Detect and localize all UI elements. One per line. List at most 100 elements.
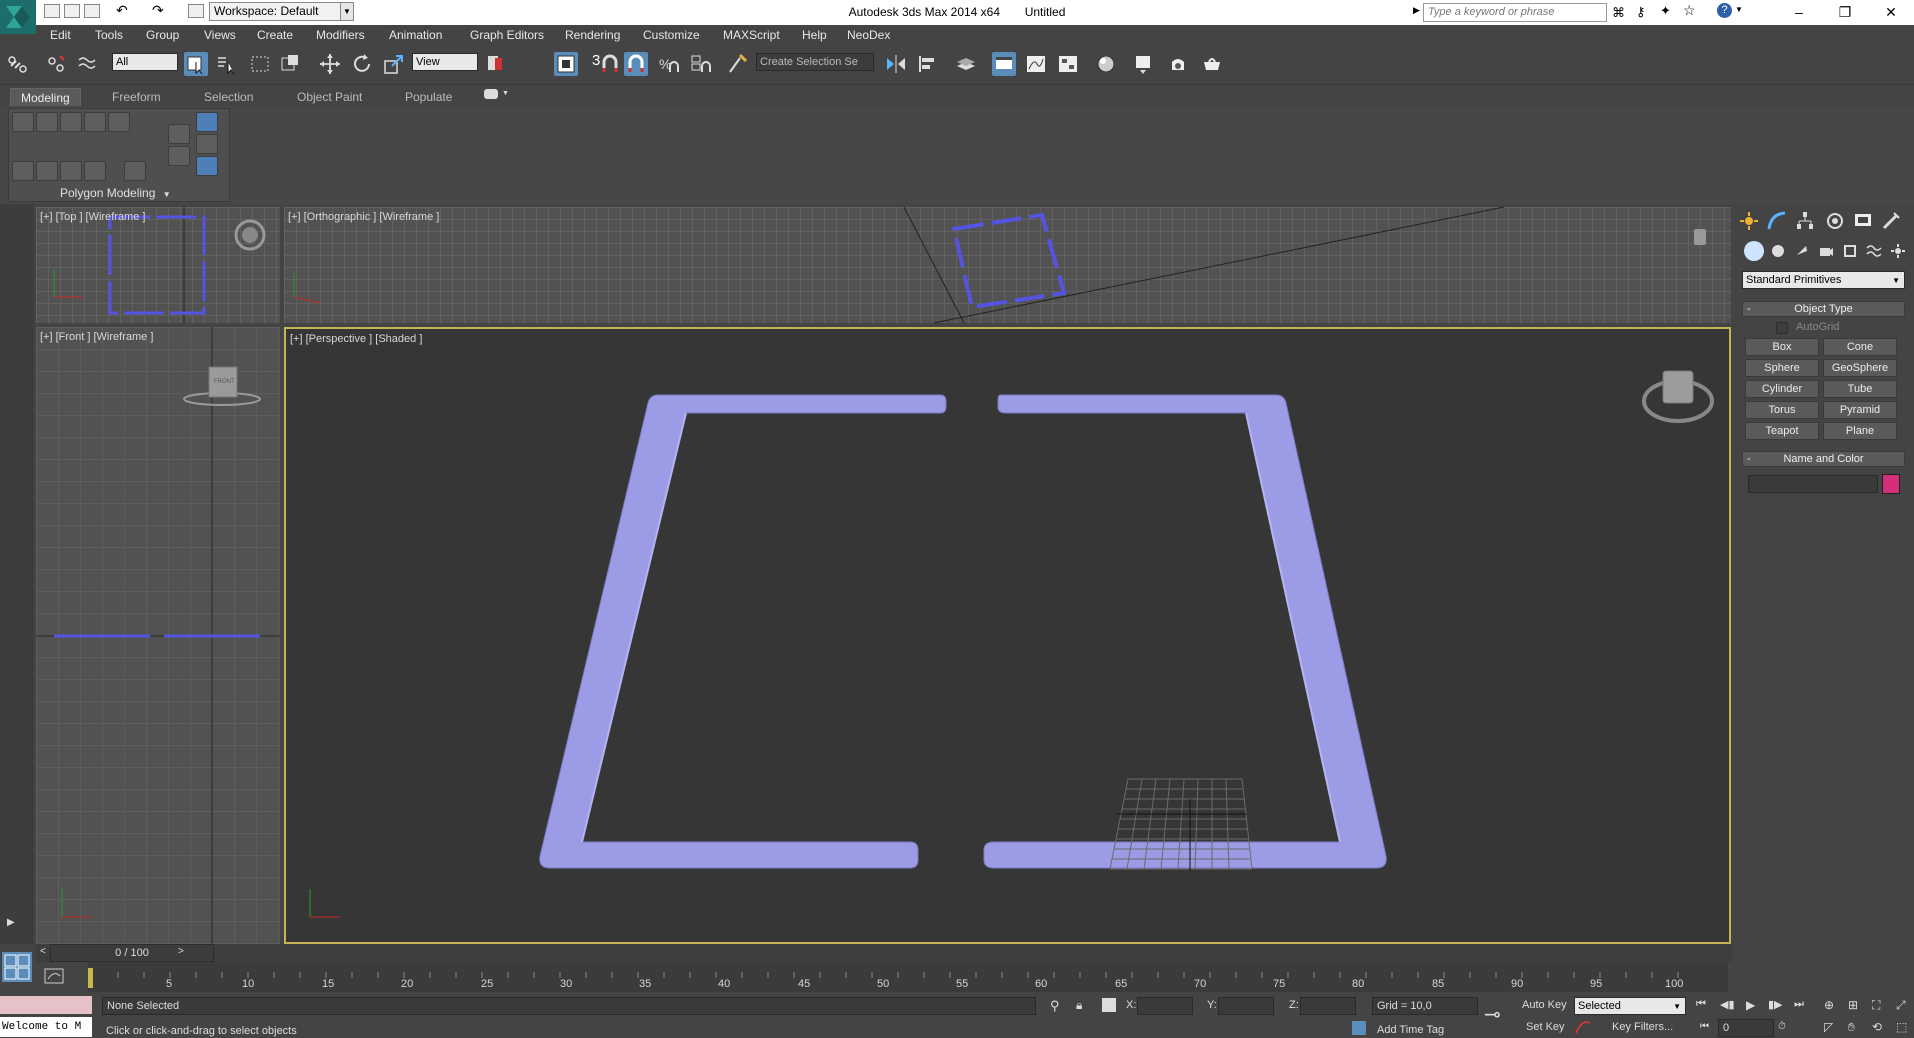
- menu-help[interactable]: Help: [802, 28, 827, 42]
- menu-group[interactable]: Group: [146, 28, 179, 42]
- zoom-extents-icon[interactable]: ⛶: [1872, 998, 1880, 1013]
- pan-view-icon[interactable]: ✋︎: [1848, 1020, 1855, 1035]
- snap-toggle-icon[interactable]: [598, 52, 622, 76]
- lights-category-icon[interactable]: [1794, 243, 1810, 259]
- tab-populate[interactable]: Populate: [395, 88, 462, 106]
- object-category-dropdown[interactable]: Standard Primitives ▼: [1742, 271, 1905, 289]
- object-name-field[interactable]: [1748, 475, 1878, 493]
- maxscript-listener-top[interactable]: [0, 996, 92, 1014]
- material-editor-icon[interactable]: [1094, 52, 1118, 76]
- menu-modifiers[interactable]: Modifiers: [316, 28, 365, 42]
- play-icon[interactable]: ▶: [1746, 998, 1755, 1012]
- tab-freeform[interactable]: Freeform: [102, 88, 171, 106]
- scale-icon[interactable]: [382, 52, 406, 76]
- orbit-icon[interactable]: ⟲: [1872, 1020, 1882, 1034]
- display-tab-icon[interactable]: [1852, 210, 1874, 232]
- object-type-rollout[interactable]: - Object Type: [1742, 301, 1905, 317]
- hierarchy-tab-icon[interactable]: [1794, 210, 1816, 232]
- unlink-icon[interactable]: [44, 52, 68, 76]
- edge-mode-icon[interactable]: [36, 112, 58, 132]
- add-time-tag[interactable]: Add Time Tag: [1377, 1024, 1444, 1036]
- border-mode-icon[interactable]: [60, 112, 82, 132]
- viewport-orthographic[interactable]: [+] [Orthographic ] [Wireframe ]: [284, 207, 1731, 323]
- menu-edit[interactable]: Edit: [50, 28, 71, 42]
- render-production-icon[interactable]: [1200, 52, 1224, 76]
- cone-button[interactable]: Cone: [1823, 338, 1897, 356]
- redo-icon[interactable]: ↷: [152, 2, 164, 19]
- help-icon[interactable]: ?: [1717, 3, 1732, 18]
- box-button[interactable]: Box: [1745, 338, 1819, 356]
- menu-views[interactable]: Views: [204, 28, 236, 42]
- modify-tab-icon[interactable]: [1766, 210, 1788, 232]
- graphite-toolset-icon[interactable]: [992, 52, 1016, 76]
- chevron-right-icon[interactable]: ▶: [1413, 5, 1420, 16]
- link-icon[interactable]: [6, 52, 30, 76]
- object-color-swatch[interactable]: [1882, 474, 1900, 494]
- edit-poly-icon[interactable]: [60, 161, 82, 181]
- zoom-extents-all-icon[interactable]: ⤢: [1896, 998, 1906, 1013]
- spinner-snap-icon[interactable]: [688, 52, 712, 76]
- geosphere-button[interactable]: GeoSphere: [1823, 359, 1897, 377]
- key-mode-dropdown[interactable]: Selected ▼: [1574, 997, 1686, 1015]
- pyramid-button[interactable]: Pyramid: [1823, 401, 1897, 419]
- viewcube-front-label[interactable]: FRONT: [214, 379, 235, 385]
- viewport-label-orthographic[interactable]: [+] [Orthographic ] [Wireframe ]: [288, 211, 439, 223]
- zoom-icon[interactable]: ⊕: [1824, 998, 1834, 1012]
- chevron-down-icon[interactable]: ▼: [1735, 5, 1743, 14]
- set-key-button[interactable]: Set Key: [1526, 1021, 1565, 1033]
- named-selection-sets-dropdown[interactable]: Create Selection Se: [756, 53, 874, 71]
- mirror-icon[interactable]: [884, 52, 908, 76]
- helpers-category-icon[interactable]: [1842, 243, 1858, 259]
- viewport-front[interactable]: FRONT [+] [Front ] [Wireframe ]: [36, 327, 280, 944]
- ribbon-options-icon[interactable]: [484, 89, 498, 99]
- tube-button[interactable]: Tube: [1823, 380, 1897, 398]
- go-to-start-icon[interactable]: ⏮: [1696, 998, 1706, 1011]
- menu-maxscript[interactable]: MAXScript: [723, 28, 780, 42]
- tab-object-paint[interactable]: Object Paint: [287, 88, 372, 106]
- open-file-icon[interactable]: [64, 4, 80, 18]
- set-keys-mode-icon[interactable]: ⊸: [1484, 1002, 1501, 1027]
- workspace-dropdown[interactable]: Workspace: Default: [209, 2, 344, 21]
- expand-arrow-icon[interactable]: ▶: [7, 917, 15, 928]
- select-object-icon[interactable]: [184, 52, 208, 76]
- previous-frame-icon[interactable]: ◀▮: [1720, 998, 1735, 1011]
- zoom-all-icon[interactable]: ⊞: [1848, 998, 1858, 1012]
- show-end-result-icon[interactable]: [84, 161, 106, 181]
- angle-snap-icon[interactable]: [624, 52, 648, 76]
- selection-filter-dropdown[interactable]: All: [112, 53, 178, 71]
- preserve-uvs-icon[interactable]: [196, 134, 218, 154]
- percent-snap-icon[interactable]: %: [656, 52, 680, 76]
- modify-mode-icon[interactable]: [36, 161, 58, 181]
- absolute-mode-icon[interactable]: [1102, 998, 1116, 1012]
- use-displace-icon[interactable]: [196, 156, 218, 176]
- communication-icon[interactable]: ✦: [1660, 3, 1671, 19]
- menu-animation[interactable]: Animation: [389, 28, 442, 42]
- maximize-viewport-icon[interactable]: ⬚: [1896, 1020, 1907, 1034]
- viewport-label-perspective[interactable]: [+] [Perspective ] [Shaded ]: [290, 333, 422, 345]
- bind-spacewarp-icon[interactable]: [76, 52, 100, 76]
- close-button[interactable]: ✕: [1868, 0, 1914, 25]
- polygon-mode-icon[interactable]: [84, 112, 106, 132]
- viewport-label-top[interactable]: [+] [Top ] [Wireframe ]: [40, 211, 145, 223]
- x-coordinate-field[interactable]: [1137, 997, 1193, 1015]
- default-tangent-icon[interactable]: [1574, 1019, 1592, 1035]
- auto-key-button[interactable]: Auto Key: [1522, 999, 1567, 1011]
- key-mode-toggle-icon[interactable]: ⏮: [1700, 1021, 1709, 1032]
- star-icon[interactable]: ☆: [1683, 2, 1696, 19]
- menu-neodex[interactable]: NeoDex: [847, 28, 890, 42]
- undo-icon[interactable]: ↶: [116, 2, 128, 19]
- pivot-center-icon[interactable]: [484, 52, 508, 76]
- key-icon[interactable]: ⚷: [1636, 4, 1646, 20]
- rotate-icon[interactable]: [350, 52, 374, 76]
- render-setup-icon[interactable]: [1132, 52, 1156, 76]
- rendered-frame-window-icon[interactable]: [1166, 52, 1190, 76]
- collapse-stack-icon[interactable]: [12, 161, 34, 181]
- current-frame-field[interactable]: 0: [1718, 1019, 1774, 1037]
- viewport-label-front[interactable]: [+] [Front ] [Wireframe ]: [40, 331, 153, 343]
- time-tag-icon[interactable]: [1352, 1021, 1366, 1035]
- chevron-down-icon[interactable]: ▼: [340, 2, 354, 21]
- name-and-color-rollout[interactable]: - Name and Color: [1742, 451, 1905, 467]
- plane-button[interactable]: Plane: [1823, 422, 1897, 440]
- app-logo-icon[interactable]: [0, 0, 36, 34]
- systems-category-icon[interactable]: [1890, 243, 1906, 259]
